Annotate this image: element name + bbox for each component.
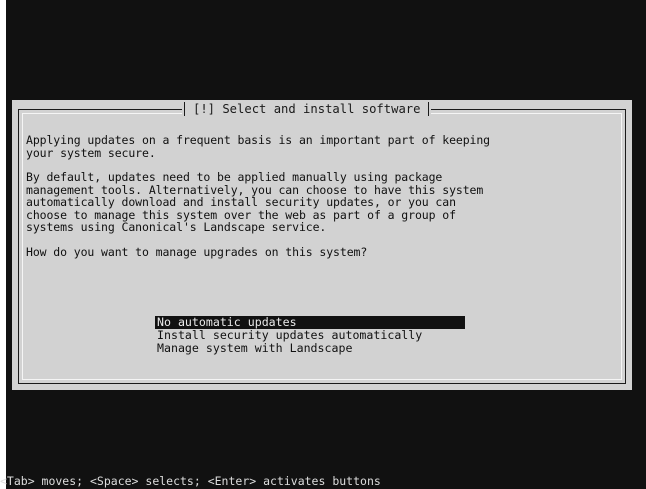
dialog-paragraph-2: By default, updates need to be applied m… bbox=[26, 170, 484, 234]
keyboard-help-text: <Tab> moves; <Space> selects; <Enter> ac… bbox=[0, 474, 381, 488]
dialog-paragraph-1: Applying updates on a frequent basis is … bbox=[26, 133, 491, 160]
dialog-title-bar: [!] Select and install software bbox=[182, 100, 432, 118]
title-right-border bbox=[428, 102, 430, 116]
dialog-content: Applying updates on a frequent basis is … bbox=[26, 134, 618, 258]
select-install-software-dialog: [!] Select and install software Applying… bbox=[12, 100, 632, 390]
dialog-question: How do you want to manage upgrades on th… bbox=[26, 244, 368, 259]
update-options-list: No automatic updates Install security up… bbox=[155, 316, 470, 355]
dialog-title: [!] Select and install software bbox=[193, 102, 421, 116]
option-manage-with-landscape[interactable]: Manage system with Landscape bbox=[155, 342, 470, 355]
